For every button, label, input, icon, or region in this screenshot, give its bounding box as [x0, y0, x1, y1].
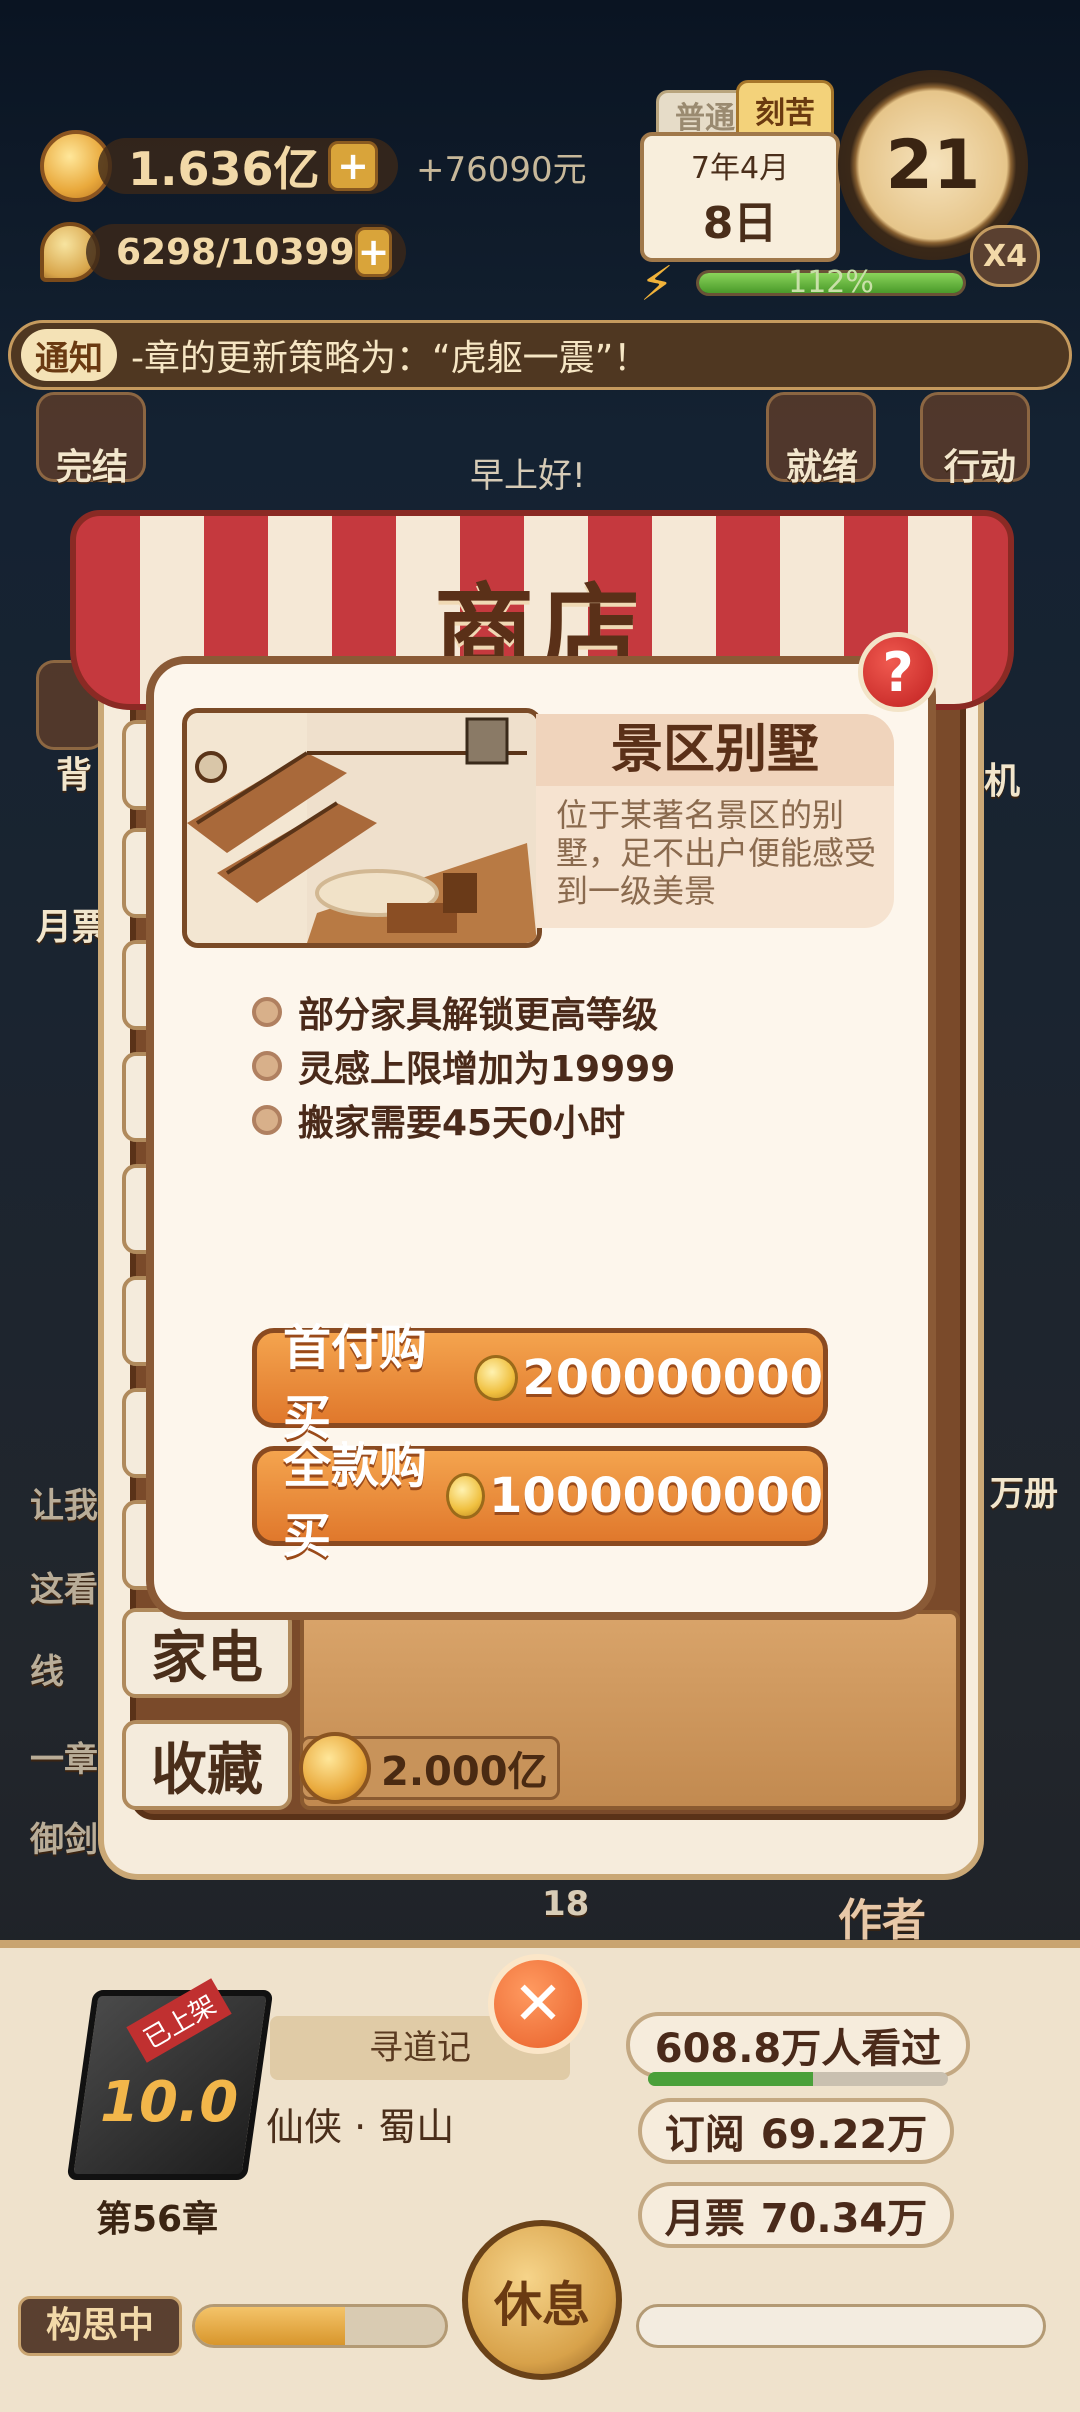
coins-bar: 1.636亿 + [98, 138, 398, 196]
book-genre: 仙侠 · 蜀山 [266, 2105, 455, 2149]
side-label-complete: 完结 [56, 447, 129, 488]
side-text-4: 一章 [30, 1740, 98, 1780]
secondary-progress [636, 2304, 1046, 2348]
coin-icon [473, 1355, 519, 1401]
side-label-phone: 机 [984, 761, 1021, 802]
year-month: 7年4月 [690, 151, 790, 186]
item-description: 位于某著名景区的别墅，足不出户便能感受到一级美景 [556, 796, 877, 910]
bullet-icon [252, 1051, 282, 1081]
down-payment-amount: 200000000 [522, 1350, 823, 1406]
tab-hard-mode[interactable]: 刻苦 [736, 80, 834, 140]
item-price-chip: 2.000亿 [299, 1732, 560, 1804]
subscriptions-value: 69.22万 [760, 2112, 928, 2158]
tab-appliances[interactable]: 家电 [122, 1608, 292, 1698]
side-text-1: 让我 [30, 1486, 98, 1526]
add-inspiration-button[interactable]: + [354, 227, 393, 277]
subscriptions-pill: 订阅 69.22万 [638, 2098, 954, 2164]
side-label-ready: 就绪 [786, 447, 859, 488]
views-pill: 608.8万人看过 [626, 2012, 970, 2078]
side-text-wanci: 万册 [990, 1474, 1058, 1514]
feature-text: 搬家需要45天0小时 [298, 1103, 626, 1144]
notice-tag: 通知 [21, 329, 117, 381]
thinking-label: 构思中 [18, 2296, 182, 2356]
behind-author-text: 作者 [838, 1895, 926, 1946]
tab-collection[interactable]: 收藏 [122, 1720, 292, 1810]
feature-item: 灵感上限增加为19999 [252, 1040, 675, 1092]
lightning-icon: ⚡ [640, 256, 674, 312]
bullet-icon [252, 997, 282, 1027]
full-payment-amount: 1000000000 [489, 1468, 823, 1524]
tickets-value: 70.34万 [760, 2196, 928, 2242]
add-coins-button[interactable]: + [328, 141, 378, 191]
views-progress-fill [648, 2072, 813, 2086]
behind-number: 18 [542, 1884, 590, 1924]
inspiration-value: 6298/10399 [116, 231, 355, 273]
side-text-3: 线 [30, 1652, 64, 1692]
bullet-icon [252, 1105, 282, 1135]
day: 8日 [702, 198, 778, 249]
full-payment-label: 全款购买 [283, 1438, 428, 1564]
item-name: 景区别墅 [536, 714, 894, 786]
side-label-action: 行动 [944, 447, 1017, 488]
subscriptions-label: 订阅 [664, 2112, 745, 2158]
side-label-bag: 背 [56, 755, 93, 796]
rest-button[interactable]: 休息 [462, 2220, 622, 2380]
income-value: +76090元 [416, 149, 587, 190]
thinking-progress-fill [195, 2307, 345, 2345]
thinking-progress [192, 2304, 448, 2348]
feature-item: 搬家需要45天0小时 [252, 1094, 625, 1146]
clock-value: 21 [885, 125, 981, 205]
feature-text: 灵感上限增加为19999 [298, 1049, 676, 1090]
date-card: 7年4月 8日 [640, 132, 840, 262]
inspiration-bar: 6298/10399 + [86, 224, 406, 280]
notice-bar[interactable]: 通知 -章的更新策略为：“虎躯一震”！ [8, 320, 1072, 390]
down-payment-buy-button[interactable]: 首付购买 200000000 [252, 1320, 828, 1446]
energy-bar: ⚡ 112% [640, 256, 970, 312]
inspiration-row: 6298/10399 + [40, 216, 406, 288]
views-progress [648, 2072, 948, 2086]
help-button[interactable]: ? [858, 632, 938, 712]
coins-value: 1.636亿 [128, 142, 320, 196]
villa-image [182, 708, 542, 948]
energy-percent: 112% [788, 265, 874, 300]
chapter-label: 第56章 [96, 2199, 219, 2240]
full-payment-buy-button[interactable]: 全款购买 1000000000 [252, 1438, 828, 1564]
item-price: 2.000亿 [381, 1749, 548, 1795]
greeting-text: 早上好! [470, 456, 586, 496]
side-text-5: 御剑 [30, 1820, 98, 1860]
views-value: 608.8万人看过 [654, 2026, 942, 2072]
coin-icon [299, 1732, 371, 1804]
coin-icon [446, 1473, 486, 1519]
speed-button[interactable]: X4 [970, 225, 1040, 287]
tickets-label: 月票 [664, 2196, 745, 2242]
side-text-2: 这看 [30, 1570, 98, 1610]
coins-row: 1.636亿 + +76090元 [40, 130, 587, 202]
tickets-pill: 月票 70.34万 [638, 2182, 954, 2248]
feature-item: 部分家具解锁更高等级 [252, 986, 658, 1038]
villa-illustration [187, 713, 537, 943]
feature-text: 部分家具解锁更高等级 [298, 995, 659, 1036]
close-button[interactable]: ✕ [488, 1954, 588, 2054]
notice-text: -章的更新策略为：“虎躯一震”！ [131, 338, 650, 379]
book-score: 10.0 [100, 2070, 239, 2135]
